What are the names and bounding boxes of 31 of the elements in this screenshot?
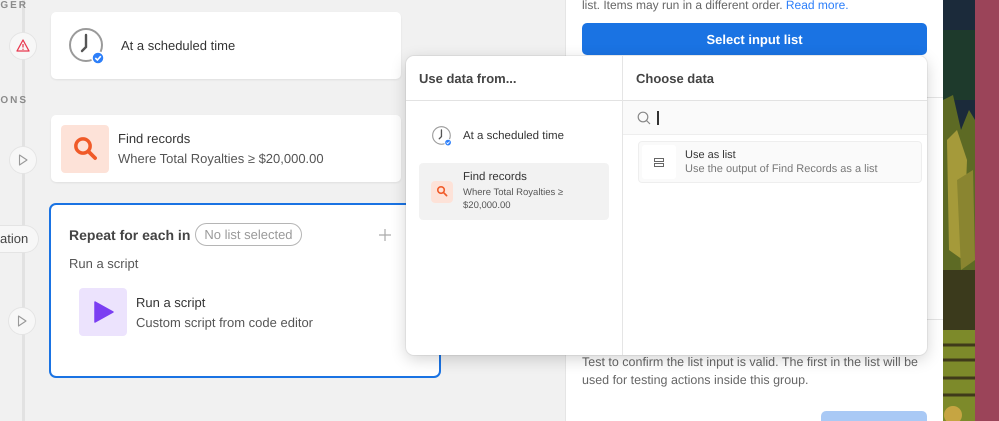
- section-label: ONS: [0, 95, 28, 107]
- column-title: Use data from...: [406, 56, 622, 101]
- play-icon[interactable]: [8, 307, 36, 335]
- repeat-card[interactable]: Repeat for each in No list selected Run a script Run a script Custom script from code editor: [51, 205, 439, 376]
- section-label: GER: [0, 0, 28, 12]
- step-title: Find records: [118, 131, 192, 146]
- select-list-button[interactable]: Select input list: [582, 23, 927, 55]
- step-title: Run a script: [136, 294, 206, 310]
- search-icon: [61, 124, 109, 172]
- step-subtitle: Custom script from code editor: [136, 314, 314, 330]
- source-item[interactable]: Find records Where Total Royalties ≥ $20,000.00: [419, 163, 609, 220]
- trigger-card[interactable]: At a scheduled time: [51, 12, 401, 79]
- step-label: ation: [0, 225, 40, 253]
- read-more-link[interactable]: Read more.: [786, 0, 849, 12]
- list-icon: [654, 158, 664, 166]
- play-icon: [79, 288, 127, 336]
- plus-icon[interactable]: [379, 228, 391, 240]
- source-item[interactable]: At a scheduled time: [419, 117, 609, 155]
- list-option[interactable]: Use as list Use the output of Find Records as a list: [638, 141, 922, 183]
- step-title: Repeat for each in: [69, 226, 190, 242]
- action-card[interactable]: Find records Where Total Royalties ≥ $20,000.00: [51, 115, 401, 182]
- play-icon[interactable]: [9, 146, 37, 174]
- search-icon: [431, 180, 453, 202]
- search-icon: [637, 110, 651, 124]
- search-field[interactable]: [623, 101, 927, 135]
- step-subtitle: Where Total Royalties ≥ $20,000.00: [118, 151, 324, 166]
- step-title: At a scheduled time: [121, 38, 236, 53]
- clock-icon: [431, 125, 453, 147]
- description-text: list. Items may run in a different order. Read more.: [582, 0, 850, 12]
- group-label: Run a script: [69, 256, 140, 271]
- test-note: Test to confirm the list input is valid. The first in the list will be used for testing actions inside this group.: [582, 354, 920, 389]
